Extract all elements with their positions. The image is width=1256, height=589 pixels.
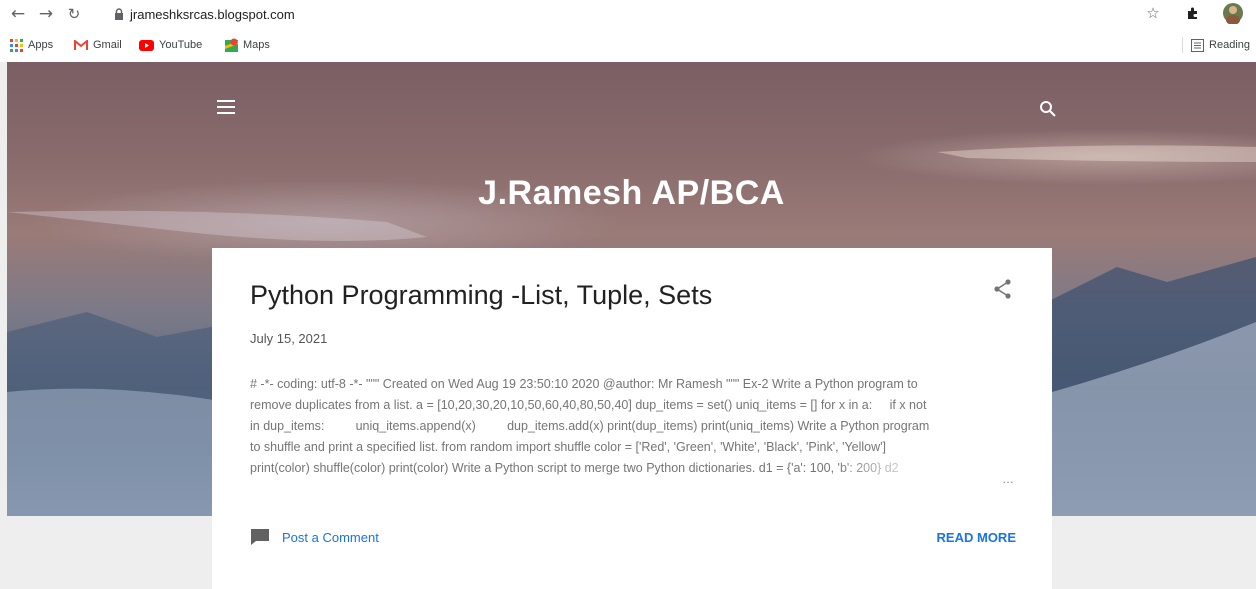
url-text: jrameshksrcas.blogspot.com <box>130 7 295 22</box>
bookmark-gmail[interactable]: Gmail <box>74 37 122 53</box>
share-icon[interactable] <box>992 278 1014 300</box>
snippet-line: remove duplicates from a list. a = [10,2… <box>250 398 927 412</box>
reading-list-label: Reading <box>1209 39 1250 51</box>
reload-icon[interactable]: ↻ <box>64 4 84 24</box>
reading-list-icon <box>1191 38 1205 52</box>
bookmark-label: Gmail <box>93 39 122 51</box>
browser-toolbar: ← → ↻ jrameshksrcas.blogspot.com ☆ <box>0 0 1256 30</box>
search-icon[interactable] <box>1039 100 1057 118</box>
bookmark-label: YouTube <box>159 39 203 51</box>
snippet-ellipsis: … <box>1002 472 1014 486</box>
bookmark-label: Apps <box>28 39 54 51</box>
blog-title[interactable]: J.Ramesh AP/BCA <box>7 174 1256 213</box>
snippet-line: # -*- coding: utf-8 -*- """ Created on W… <box>250 377 918 391</box>
snippet-fade <box>832 456 982 478</box>
read-more-link[interactable]: READ MORE <box>932 530 1016 545</box>
post-card: Python Programming -List, Tuple, Sets Ju… <box>212 248 1052 589</box>
comment-icon <box>251 529 269 545</box>
bookmarks-bar: Apps Gmail YouTube Maps Reading <box>0 33 1256 57</box>
bookmark-label: Maps <box>243 39 270 51</box>
hamburger-menu-icon[interactable] <box>217 100 235 114</box>
bookmark-apps[interactable]: Apps <box>10 37 53 53</box>
post-comment-link[interactable]: Post a Comment <box>250 528 379 546</box>
bookmark-star-icon[interactable]: ☆ <box>1142 2 1164 24</box>
youtube-icon <box>139 39 154 51</box>
post-date: July 15, 2021 <box>250 331 328 346</box>
post-comment-label: Post a Comment <box>282 529 379 545</box>
forward-arrow-icon[interactable]: → <box>36 4 56 24</box>
profile-avatar-icon[interactable] <box>1222 2 1244 25</box>
apps-grid-icon <box>10 38 23 52</box>
address-bar[interactable]: jrameshksrcas.blogspot.com <box>108 2 1148 28</box>
page-content: J.Ramesh AP/BCA Python Programming -List… <box>0 62 1256 589</box>
snippet-line: to shuffle and print a specified list. f… <box>250 440 886 454</box>
gmail-icon <box>74 39 88 50</box>
bookmark-youtube[interactable]: YouTube <box>139 37 202 53</box>
extensions-icon[interactable] <box>1182 2 1204 24</box>
lock-icon <box>115 8 123 20</box>
bookmark-maps[interactable]: Maps <box>225 37 270 53</box>
maps-icon <box>225 38 238 52</box>
post-title[interactable]: Python Programming -List, Tuple, Sets <box>250 280 712 311</box>
snippet-line: in dup_items: uniq_items.append(x) dup_i… <box>250 419 930 433</box>
back-arrow-icon[interactable]: ← <box>8 4 28 24</box>
reading-list-button[interactable]: Reading <box>1182 37 1250 53</box>
